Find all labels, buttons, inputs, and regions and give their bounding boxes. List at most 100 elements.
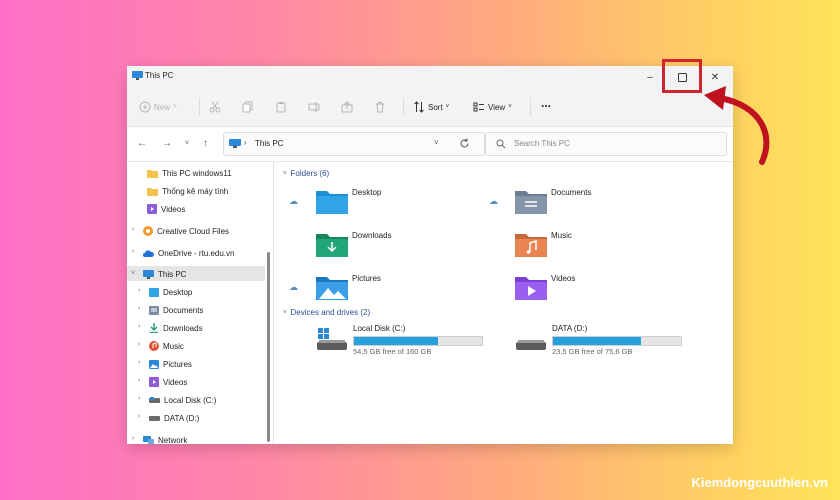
chevron-down-icon: ˅ bbox=[283, 170, 287, 177]
chevron-down-icon: ˅ bbox=[173, 104, 177, 110]
chevron-right-icon[interactable]: › bbox=[138, 287, 140, 294]
sidebar-item-network[interactable]: Network bbox=[143, 432, 187, 444]
sidebar-item-this-pc-windows11[interactable]: This PC windows11 bbox=[147, 165, 232, 181]
sidebar-item-documents[interactable]: Documents bbox=[149, 302, 203, 318]
drive-tile-data-d[interactable]: DATA (D:) 23,5 GB free of 75,6 GB bbox=[516, 324, 696, 358]
chevron-down-icon[interactable]: ˅ bbox=[434, 138, 439, 147]
chevron-right-icon[interactable]: › bbox=[138, 377, 140, 384]
sidebar-item-local-disk[interactable]: Local Disk (C:) bbox=[149, 392, 216, 408]
sidebar-item-thong-ke[interactable]: Thống kê máy tính bbox=[147, 183, 228, 199]
sidebar-item-this-pc[interactable]: This PC bbox=[143, 266, 186, 282]
drive-icon bbox=[149, 415, 160, 421]
view-button[interactable]: View ˅ bbox=[473, 100, 512, 114]
search-placeholder: Search This PC bbox=[514, 139, 570, 148]
folder-tile-videos[interactable]: Videos bbox=[515, 274, 575, 300]
folder-tile-music[interactable]: Music bbox=[515, 231, 572, 257]
sidebar-item-pictures[interactable]: Pictures bbox=[149, 356, 192, 372]
sidebar-item-videos-quick[interactable]: Videos bbox=[147, 201, 185, 217]
chevron-down-icon[interactable]: ˅ bbox=[131, 270, 135, 277]
drive-usage-fill bbox=[354, 337, 439, 345]
chevron-right-icon[interactable]: › bbox=[138, 305, 140, 312]
back-arrow-icon[interactable]: ← bbox=[137, 138, 147, 149]
sidebar-item-label: Videos bbox=[163, 377, 188, 387]
search-input[interactable]: Search This PC bbox=[485, 132, 727, 156]
breadcrumb-chevron-icon: › bbox=[244, 138, 247, 147]
onedrive-icon bbox=[143, 250, 154, 257]
documents-icon bbox=[149, 305, 159, 315]
delete-icon[interactable] bbox=[374, 100, 386, 114]
folder-tile-pictures[interactable]: Pictures bbox=[316, 274, 381, 300]
refresh-icon[interactable] bbox=[459, 138, 470, 149]
folder-icon bbox=[147, 169, 158, 178]
sidebar-item-data-d[interactable]: DATA (D:) bbox=[149, 410, 199, 426]
sidebar-item-label: Pictures bbox=[163, 359, 192, 369]
sidebar-item-creative-cloud[interactable]: Creative Cloud Files bbox=[143, 223, 229, 239]
chevron-right-icon[interactable]: › bbox=[138, 359, 140, 366]
more-options-button[interactable]: ... bbox=[541, 96, 551, 110]
music-folder-icon bbox=[515, 234, 547, 257]
chevron-right-icon[interactable]: › bbox=[132, 435, 134, 442]
drives-group-header[interactable]: ˅ Devices and drives (2) bbox=[283, 308, 370, 317]
documents-folder-icon bbox=[515, 191, 547, 214]
creative-cloud-icon bbox=[143, 226, 153, 236]
folder-tile-downloads[interactable]: Downloads bbox=[316, 231, 392, 257]
chevron-down-icon: ˅ bbox=[283, 309, 287, 316]
title-bar: This PC – ✕ bbox=[127, 66, 733, 88]
cloud-sync-icon: ☁ bbox=[489, 196, 498, 206]
chevron-right-icon[interactable]: › bbox=[132, 248, 134, 255]
content-pane: ˅ Folders (6) ☁ Desktop ☁ Documents Down… bbox=[274, 162, 733, 444]
chevron-right-icon[interactable]: › bbox=[138, 341, 140, 348]
pc-icon bbox=[229, 139, 241, 148]
chevron-right-icon[interactable]: › bbox=[138, 413, 140, 420]
sidebar-item-label: Creative Cloud Files bbox=[157, 226, 230, 236]
sidebar-item-label: Documents bbox=[163, 305, 204, 315]
sidebar-item-downloads[interactable]: Downloads bbox=[149, 320, 203, 336]
drive-icon bbox=[516, 340, 546, 350]
folders-group-header[interactable]: ˅ Folders (6) bbox=[283, 169, 329, 178]
copy-icon[interactable] bbox=[242, 100, 254, 114]
sidebar-item-onedrive[interactable]: OneDrive - rtu.edu.vn bbox=[143, 245, 234, 261]
minimize-button[interactable]: – bbox=[635, 66, 665, 88]
drive-free-space: 54,5 GB free of 160 GB bbox=[353, 347, 432, 356]
chevron-right-icon[interactable]: › bbox=[138, 323, 140, 330]
sidebar-item-music[interactable]: Music bbox=[149, 338, 184, 354]
music-icon bbox=[149, 341, 159, 351]
pictures-icon bbox=[149, 359, 159, 369]
maximize-highlight-box bbox=[662, 59, 702, 93]
sidebar-item-videos[interactable]: Videos bbox=[149, 374, 187, 390]
pc-icon bbox=[132, 71, 143, 80]
videos-icon bbox=[147, 204, 157, 214]
sidebar-item-desktop[interactable]: Desktop bbox=[149, 284, 192, 300]
cloud-sync-icon: ☁ bbox=[289, 282, 298, 292]
recent-chevron-icon[interactable]: ˅ bbox=[185, 140, 189, 147]
videos-icon bbox=[149, 377, 159, 387]
paste-icon[interactable] bbox=[275, 100, 287, 114]
sidebar-scrollbar[interactable] bbox=[267, 252, 270, 442]
folder-icon bbox=[147, 187, 158, 196]
chevron-right-icon[interactable]: › bbox=[138, 395, 140, 402]
up-arrow-icon[interactable]: ↑ bbox=[203, 138, 208, 149]
folder-label: Videos bbox=[551, 274, 576, 283]
watermark-text: Kiemdongcuuthien.vn bbox=[691, 475, 829, 490]
pictures-folder-icon bbox=[316, 277, 348, 300]
sidebar-item-label: Local Disk (C:) bbox=[164, 395, 217, 405]
new-button[interactable]: New ˅ bbox=[139, 100, 177, 114]
sidebar-item-label: This PC windows11 bbox=[162, 168, 232, 178]
address-input[interactable]: › This PC ˅ bbox=[223, 132, 485, 156]
drive-free-space: 23,5 GB free of 75,6 GB bbox=[552, 347, 633, 356]
folder-tile-desktop[interactable]: Desktop bbox=[316, 188, 381, 214]
sort-button[interactable]: Sort ˅ bbox=[413, 100, 449, 114]
chevron-down-icon: ˅ bbox=[508, 104, 512, 110]
rename-icon[interactable] bbox=[308, 100, 320, 114]
drive-tile-local-disk[interactable]: Local Disk (C:) 54,5 GB free of 160 GB bbox=[317, 324, 497, 358]
videos-folder-icon bbox=[515, 277, 547, 300]
forward-arrow-icon[interactable]: → bbox=[162, 138, 172, 149]
sidebar-item-label: Videos bbox=[161, 204, 186, 214]
chevron-right-icon[interactable]: › bbox=[132, 226, 134, 233]
folder-tile-documents[interactable]: Documents bbox=[515, 188, 591, 214]
navigation-pane: This PC windows11 Thống kê máy tính Vide… bbox=[127, 162, 274, 444]
sidebar-item-label: DATA (D:) bbox=[164, 413, 200, 423]
breadcrumb[interactable]: This PC bbox=[255, 139, 283, 148]
cut-icon[interactable] bbox=[209, 100, 221, 114]
share-icon[interactable] bbox=[341, 100, 353, 114]
